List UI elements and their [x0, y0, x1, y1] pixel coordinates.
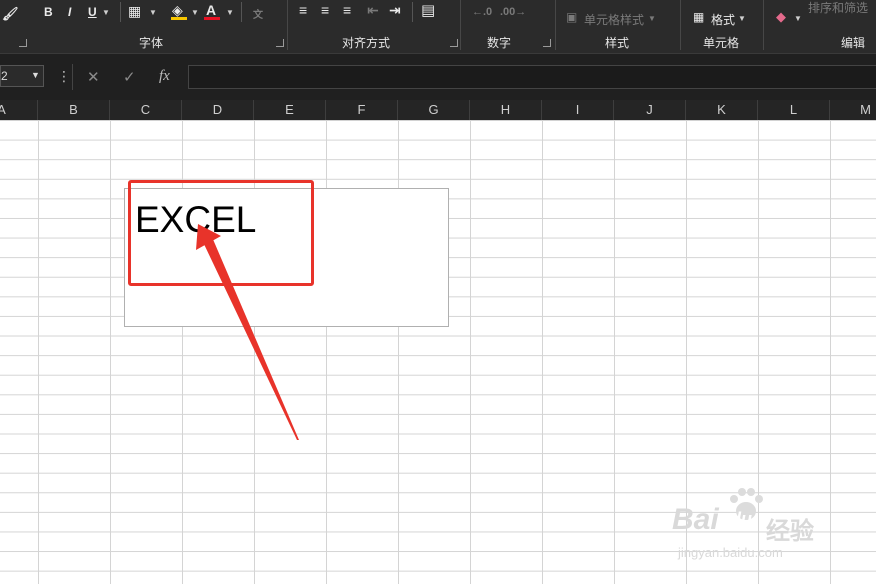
- watermark: Bai du 经验 jingyan.baidu.com: [672, 485, 832, 575]
- watermark-cn: 经验: [766, 518, 814, 545]
- watermark-url: jingyan.baidu.com: [678, 545, 783, 560]
- watermark-logo: Bai: [672, 503, 719, 536]
- watermark-paw-text: du: [730, 509, 752, 529]
